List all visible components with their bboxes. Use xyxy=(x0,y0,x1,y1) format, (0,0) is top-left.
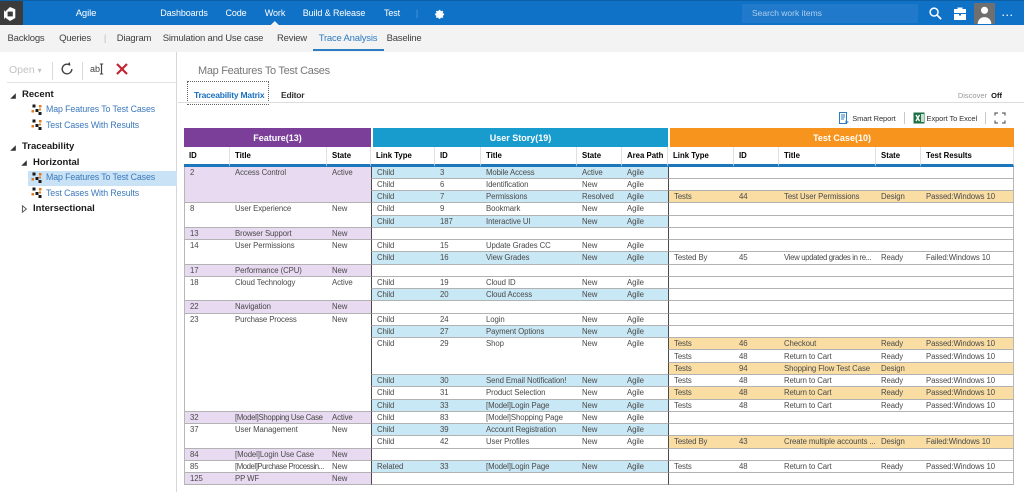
svg-text:ab: ab xyxy=(90,64,100,74)
